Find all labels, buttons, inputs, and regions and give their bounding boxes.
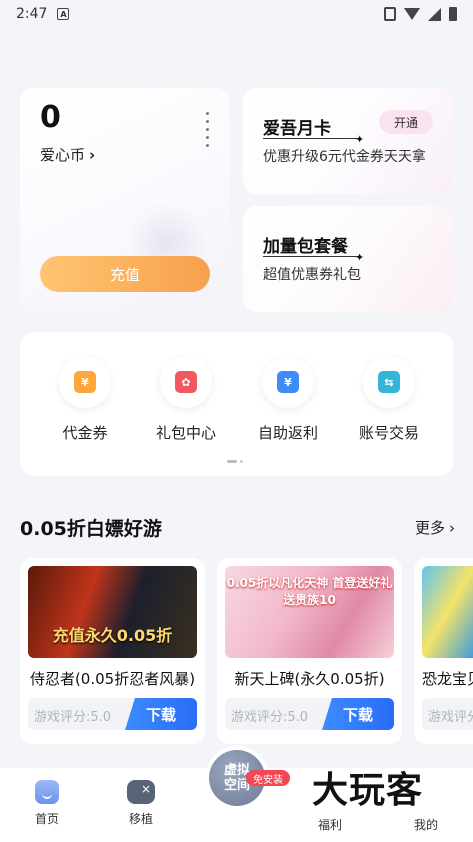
game-card[interactable]: 充值永久0.05折 侍忍者(0.05折忍者风暴) 游戏评分:5.0 下载 (20, 558, 205, 744)
voucher-icon: ¥ (74, 371, 96, 393)
service-label: 账号交易 (358, 424, 419, 442)
nav-welfare[interactable]: 福利 (300, 816, 360, 833)
service-account-trade[interactable]: ⇆ 账号交易 (349, 356, 429, 443)
service-voucher[interactable]: ¥ 代金券 (45, 356, 125, 443)
page-indicator (227, 460, 243, 463)
status-time: 2:47 (16, 6, 48, 22)
bundle-pack-promo[interactable]: 加量包套餐 ✦ 超值优惠券礼包 (243, 206, 453, 312)
star-icon: ✦ (355, 133, 365, 146)
chevron-right-icon: › (449, 518, 455, 537)
section-title: 0.05折白嫖好游 (20, 518, 162, 540)
download-button[interactable]: 下载 (125, 698, 197, 730)
dots-icon (206, 112, 209, 147)
game-thumbnail: 0.05折以凡化天神 首登送好礼 送贵族10 (225, 566, 394, 658)
download-button[interactable]: 下载 (322, 698, 394, 730)
rating-bar: 游戏评分:5.0 下载 (225, 698, 394, 730)
service-label: 礼包中心 (155, 424, 216, 442)
nav-port[interactable]: 移植 (106, 780, 176, 827)
status-bar: 2:47 A (0, 0, 473, 28)
gift-icon: ✿ (175, 371, 197, 393)
home-icon (35, 780, 59, 804)
service-rebate[interactable]: ¥ 自助返利 (248, 356, 328, 443)
signal-icon (428, 7, 441, 21)
pack-title: 加量包套餐 (263, 237, 348, 257)
game-rating: 游戏评分 (428, 710, 473, 725)
nav-label: 移植 (128, 812, 153, 826)
coin-link[interactable]: 爱心币 › (40, 144, 95, 165)
vibrate-icon (384, 7, 396, 21)
service-label: 代金券 (62, 424, 108, 442)
trade-icon: ⇆ (378, 371, 400, 393)
game-rating: 游戏评分:5.0 (231, 710, 309, 725)
nav-mine[interactable]: 我的 (396, 816, 456, 833)
battery-icon (449, 7, 457, 21)
coin-label: 爱心币 (40, 146, 86, 164)
open-button[interactable]: 开通 (379, 110, 433, 134)
month-card-subtitle: 优惠升级6元代金券天天拿 (263, 149, 426, 165)
rating-bar: 游戏评分:5.0 下载 (28, 698, 197, 730)
game-name: 恐龙宝贝 (422, 670, 473, 688)
status-icons (384, 7, 457, 21)
game-card[interactable]: 恐龙宝贝 游戏评分 (414, 558, 473, 744)
recharge-button[interactable]: 充值 (40, 256, 210, 292)
chevron-right-icon: › (89, 145, 96, 164)
title-underline (263, 138, 358, 139)
pack-subtitle: 超值优惠券礼包 (263, 267, 361, 283)
rebate-icon: ¥ (277, 371, 299, 393)
rating-bar: 游戏评分 (422, 698, 473, 730)
game-name: 新天上碑(永久0.05折) (234, 670, 385, 688)
star-icon: ✦ (355, 251, 365, 264)
game-card[interactable]: 0.05折以凡化天神 首登送好礼 送贵族10 新天上碑(永久0.05折) 游戏评… (217, 558, 402, 744)
game-thumbnail: 充值永久0.05折 (28, 566, 197, 658)
service-label: 自助返利 (257, 424, 318, 442)
game-rating: 游戏评分:5.0 (34, 710, 112, 725)
game-thumbnail (422, 566, 473, 658)
nav-label: 首页 (34, 812, 59, 826)
thumbnail-caption: 充值永久0.05折 (52, 626, 173, 645)
month-card-promo[interactable]: 爱吾月卡 ✦ 优惠升级6元代金券天天拿 开通 (243, 88, 453, 194)
wifi-icon (404, 8, 420, 20)
nav-home[interactable]: 首页 (12, 780, 82, 827)
game-name: 侍忍者(0.05折忍者风暴) (29, 670, 196, 688)
free-install-badge: 免安装 (246, 770, 290, 786)
coin-balance: 0 (40, 100, 61, 135)
month-card-title: 爱吾月卡 (263, 119, 331, 139)
more-label: 更多 (414, 519, 445, 537)
thumbnail-caption: 0.05折以凡化天神 首登送好礼 送贵族10 (226, 576, 393, 607)
notification-icon: A (57, 8, 70, 20)
gamepad-icon (127, 780, 155, 804)
wallet-card: 0 爱心币 › 充值 (20, 88, 230, 312)
title-underline (263, 256, 358, 257)
more-link[interactable]: 更多 › (415, 517, 455, 538)
watermark-logo: 大玩客 (312, 770, 424, 811)
services-panel: ¥ 代金券 ✿ 礼包中心 ¥ 自助返利 ⇆ 账号交易 (20, 332, 453, 476)
service-gift-center[interactable]: ✿ 礼包中心 (146, 356, 226, 443)
